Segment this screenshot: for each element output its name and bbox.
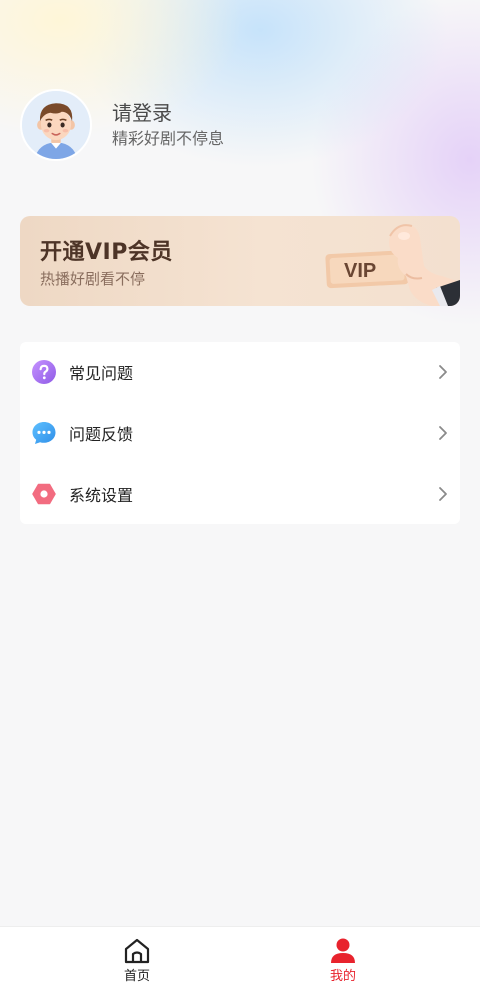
chevron-right-icon xyxy=(439,365,447,379)
profile-text: 请登录 精彩好剧不停息 xyxy=(112,100,224,150)
bottom-tab-bar: 首页 我的 xyxy=(0,926,480,988)
vip-card-hand-icon: VIP xyxy=(325,224,460,306)
tab-home-label: 首页 xyxy=(123,969,150,984)
menu-item-label: 系统设置 xyxy=(69,486,134,505)
boy-avatar-icon xyxy=(22,91,90,159)
menu-list: 常见问题 问题反馈 系统设置 xyxy=(20,342,460,524)
chevron-right-icon xyxy=(439,426,447,440)
avatar[interactable] xyxy=(20,89,92,161)
vip-subtitle: 热播好剧看不停 xyxy=(40,270,146,288)
menu-item-feedback[interactable]: 问题反馈 xyxy=(20,403,460,463)
vip-badge-text: VIP xyxy=(344,260,376,282)
menu-item-label: 问题反馈 xyxy=(69,425,134,444)
menu-item-faq[interactable]: 常见问题 xyxy=(20,342,460,402)
vip-banner[interactable]: 开通VIP会员 热播好剧看不停 VIP xyxy=(20,216,460,306)
home-icon xyxy=(124,938,150,964)
user-icon xyxy=(331,938,355,963)
login-title[interactable]: 请登录 xyxy=(112,100,224,126)
chevron-right-icon xyxy=(439,487,447,501)
menu-item-label: 常见问题 xyxy=(69,364,134,383)
chat-bubble-icon xyxy=(32,422,56,444)
tab-mine[interactable]: 我的 xyxy=(283,927,403,988)
tab-home[interactable]: 首页 xyxy=(77,927,197,988)
profile-section[interactable]: 请登录 精彩好剧不停息 xyxy=(20,88,460,162)
menu-item-settings[interactable]: 系统设置 xyxy=(20,464,460,524)
tab-mine-label: 我的 xyxy=(329,969,356,984)
login-subtitle: 精彩好剧不停息 xyxy=(112,129,225,148)
vip-title: 开通VIP会员 xyxy=(40,240,173,265)
settings-hexagon-icon xyxy=(32,483,56,505)
question-icon xyxy=(32,360,56,384)
